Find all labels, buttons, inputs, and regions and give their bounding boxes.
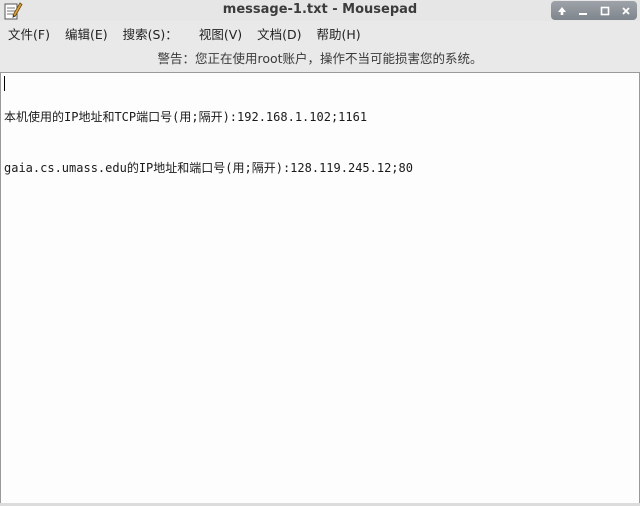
menu-edit[interactable]: 编辑(E) [57, 24, 115, 46]
maximize-icon[interactable] [596, 3, 614, 19]
menu-help[interactable]: 帮助(H) [309, 24, 368, 46]
minimize-icon[interactable] [574, 3, 592, 19]
document-line[interactable]: 本机使用的IP地址和TCP端口号(用;隔开):192.168.1.102;116… [4, 109, 413, 126]
text-editor-area[interactable]: 本机使用的IP地址和TCP端口号(用;隔开):192.168.1.102;116… [0, 72, 640, 504]
menu-document[interactable]: 文档(D) [249, 24, 308, 46]
document-text[interactable]: 本机使用的IP地址和TCP端口号(用;隔开):192.168.1.102;116… [4, 75, 413, 211]
up-arrow-icon[interactable] [553, 3, 571, 19]
root-warning-banner: 警告：您正在使用root账户，操作不当可能损害您的系统。 [157, 51, 483, 66]
menu-view[interactable]: 视图(V) [185, 24, 249, 46]
menu-file[interactable]: 文件(F) [0, 24, 57, 46]
window-title: message-1.txt - Mousepad [222, 2, 418, 17]
menu-search[interactable]: 搜索(S)： [115, 24, 185, 46]
close-icon[interactable] [617, 3, 635, 19]
window-controls [551, 1, 637, 20]
document-line[interactable]: gaia.cs.umass.edu的IP地址和端口号(用;隔开):128.119… [4, 160, 413, 177]
title-bar[interactable]: message-1.txt - Mousepad [0, 0, 640, 21]
menu-bar: 文件(F) 编辑(E) 搜索(S)： 视图(V) 文档(D) 帮助(H) [0, 24, 640, 46]
